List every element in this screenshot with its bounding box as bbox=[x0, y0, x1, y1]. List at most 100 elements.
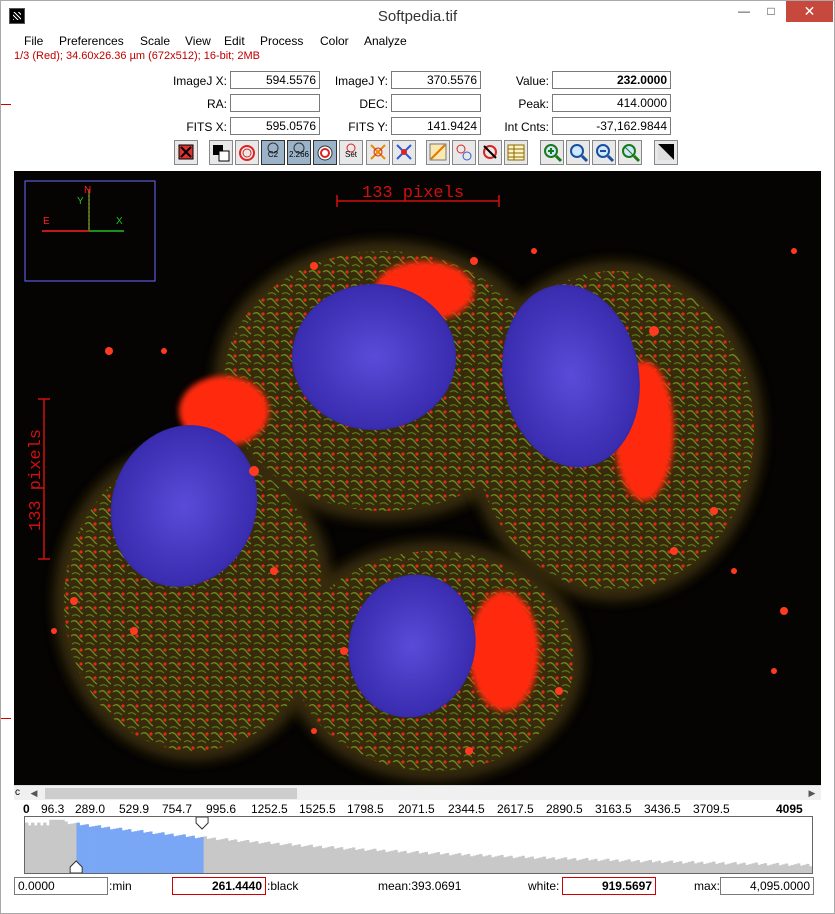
histogram-bar bbox=[751, 863, 755, 873]
histogram-bar bbox=[536, 858, 540, 873]
minimize-button[interactable]: — bbox=[731, 1, 757, 22]
histogram-bar bbox=[294, 844, 298, 873]
histogram-bar bbox=[654, 861, 659, 873]
int-cnts-field[interactable]: -37,162.9844 bbox=[552, 117, 671, 135]
white-field[interactable]: 919.5697 bbox=[562, 877, 656, 895]
histogram-bar bbox=[412, 851, 416, 873]
histogram-bar bbox=[258, 843, 262, 873]
fits-x-label: FITS X: bbox=[186, 120, 227, 134]
histogram-bar bbox=[736, 864, 740, 873]
histogram-bar bbox=[660, 862, 665, 873]
close-button[interactable]: ✕ bbox=[786, 1, 833, 22]
clear-overlay-icon[interactable] bbox=[478, 140, 502, 165]
menu-preferences[interactable]: Preferences bbox=[59, 34, 124, 48]
menu-edit[interactable]: Edit bbox=[224, 34, 245, 48]
max-field[interactable]: 4,095.0000 bbox=[720, 877, 814, 895]
histogram-bar bbox=[506, 856, 510, 873]
histogram-bar bbox=[221, 838, 226, 873]
image-info-line: 1/3 (Red); 34.60x26.36 µm (672x512); 16-… bbox=[14, 50, 261, 62]
histogram-bar bbox=[533, 858, 537, 873]
image-canvas[interactable]: N Y E X 133 pixels 133 pixels bbox=[14, 171, 821, 785]
histogram-bar bbox=[137, 830, 141, 873]
scroll-right-icon[interactable]: ▶ bbox=[804, 787, 820, 800]
histogram-bar bbox=[360, 848, 365, 873]
histogram-bar bbox=[197, 837, 201, 873]
histogram-tick: 529.9 bbox=[119, 802, 150, 816]
channel-c2-icon[interactable]: C2 bbox=[261, 140, 285, 165]
histogram-bar bbox=[757, 864, 761, 873]
histogram-bar bbox=[799, 865, 804, 873]
zoom-in-icon[interactable] bbox=[540, 140, 564, 165]
black-field[interactable]: 261.4440 bbox=[172, 877, 266, 895]
zoom-2266-icon[interactable]: 2.266 bbox=[287, 140, 311, 165]
menu-file[interactable]: File bbox=[24, 34, 43, 48]
histogram-bar bbox=[772, 863, 777, 873]
cross-tool-icon[interactable] bbox=[366, 140, 390, 165]
histogram-bar bbox=[760, 863, 764, 873]
fits-y-field[interactable]: 141.9424 bbox=[391, 117, 481, 135]
zoom-out-icon[interactable] bbox=[592, 140, 616, 165]
table-icon[interactable] bbox=[504, 140, 528, 165]
zoom-fit-icon[interactable] bbox=[566, 140, 590, 165]
histogram-bar bbox=[200, 836, 204, 873]
histogram-bar bbox=[769, 864, 774, 873]
imagej-y-field[interactable]: 370.5576 bbox=[391, 71, 481, 89]
min-field[interactable]: 0.0000 bbox=[14, 877, 108, 895]
histogram-bar bbox=[127, 829, 132, 873]
menu-analyze[interactable]: Analyze bbox=[364, 34, 407, 48]
left-edge-marker bbox=[1, 104, 11, 105]
set-point-icon[interactable]: Set bbox=[339, 140, 363, 165]
histogram-bar bbox=[288, 843, 292, 873]
histogram-bar bbox=[188, 836, 192, 873]
peak-field[interactable]: 414.0000 bbox=[552, 94, 671, 112]
histogram-tick: 96.3 bbox=[41, 802, 65, 816]
ra-field[interactable] bbox=[230, 94, 320, 112]
circle-roi-icon[interactable] bbox=[235, 140, 259, 165]
scroll-thumb[interactable] bbox=[45, 788, 297, 799]
histogram-bar bbox=[466, 853, 471, 873]
histogram-bar bbox=[49, 819, 53, 873]
histogram-panel[interactable] bbox=[24, 816, 813, 874]
multi-aperture-icon[interactable] bbox=[452, 140, 476, 165]
histogram-bar bbox=[642, 861, 646, 873]
close-image-icon[interactable] bbox=[174, 140, 198, 165]
histogram-tick: 754.7 bbox=[162, 802, 193, 816]
zoom-reset-icon[interactable] bbox=[618, 140, 642, 165]
histogram-bar bbox=[715, 863, 719, 873]
line-profile-icon[interactable] bbox=[426, 140, 450, 165]
title-bar[interactable]: Softpedia.tif — □ ✕ bbox=[1, 1, 834, 32]
menu-process[interactable]: Process bbox=[260, 34, 303, 48]
histogram-bar bbox=[581, 858, 586, 873]
histogram-bar bbox=[357, 849, 362, 873]
menu-view[interactable]: View bbox=[185, 34, 211, 48]
target-icon[interactable] bbox=[313, 140, 337, 165]
dec-field[interactable] bbox=[391, 94, 481, 112]
imagej-x-field[interactable]: 594.5576 bbox=[230, 71, 320, 89]
min-label: :min bbox=[109, 879, 132, 893]
horizontal-scrollbar[interactable]: ◀ ▶ bbox=[14, 785, 821, 800]
histogram-bar bbox=[491, 857, 495, 873]
maximize-button[interactable]: □ bbox=[758, 1, 784, 22]
menu-color[interactable]: Color bbox=[320, 34, 349, 48]
histogram-bar bbox=[391, 850, 395, 873]
histogram-bar bbox=[515, 857, 519, 873]
histogram-bar bbox=[370, 849, 374, 873]
compass-x-label: X bbox=[116, 216, 123, 227]
histogram-bar bbox=[270, 844, 274, 873]
scroll-left-icon[interactable]: ◀ bbox=[26, 787, 42, 800]
histogram-bar bbox=[584, 858, 589, 873]
histogram-bar bbox=[588, 860, 592, 873]
histogram-bar bbox=[394, 849, 398, 873]
histogram-bar bbox=[236, 841, 241, 873]
histogram-bar bbox=[678, 861, 683, 873]
histogram-bar bbox=[463, 854, 468, 873]
histogram-bar bbox=[808, 866, 812, 873]
histogram-bar bbox=[721, 862, 725, 873]
contrast-icon[interactable] bbox=[654, 140, 678, 165]
menu-scale[interactable]: Scale bbox=[140, 34, 170, 48]
value-field[interactable]: 232.0000 bbox=[552, 71, 671, 89]
invert-icon[interactable] bbox=[209, 140, 233, 165]
histogram-bar bbox=[367, 850, 371, 873]
fits-x-field[interactable]: 595.0576 bbox=[230, 117, 320, 135]
measure-tool-icon[interactable] bbox=[392, 140, 416, 165]
